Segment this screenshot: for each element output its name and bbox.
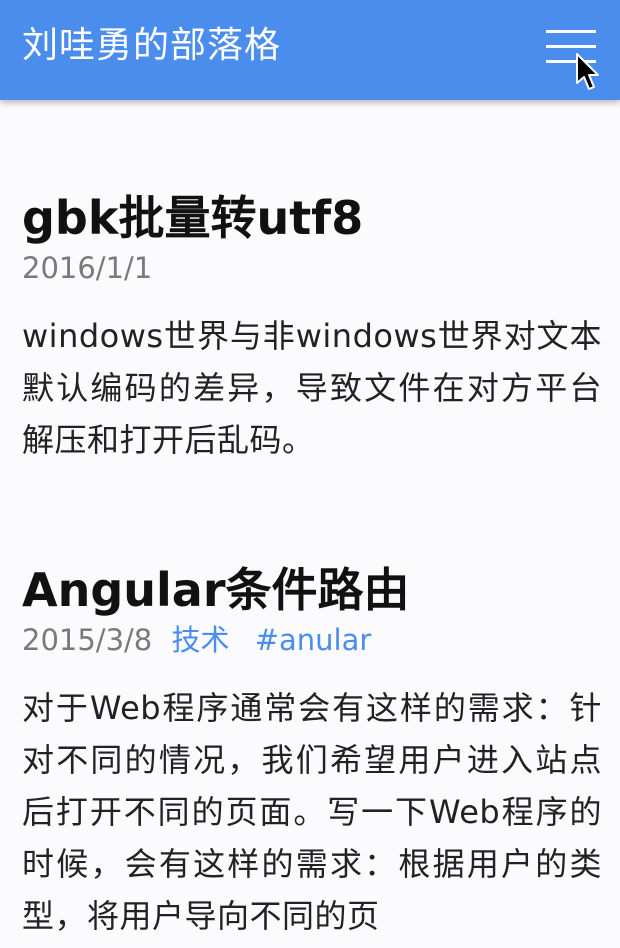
mouse-pointer-icon xyxy=(576,53,599,90)
post-meta: 2015/3/8 技术 #anular xyxy=(22,620,602,660)
tag-link[interactable]: #anular xyxy=(255,623,372,657)
post-title-link[interactable]: Angular条件路由 xyxy=(22,562,602,618)
post-date: 2016/1/1 xyxy=(22,251,153,285)
site-title[interactable]: 刘哇勇的部落格 xyxy=(22,22,281,70)
post-summary: 对于Web程序通常会有这样的需求：针对不同的情况，我们希望用户进入站点后打开不同… xyxy=(22,689,602,935)
category-link[interactable]: 技术 xyxy=(171,623,229,657)
top-app-bar: 刘哇勇的部落格 xyxy=(0,0,620,100)
post-date: 2015/3/8 xyxy=(22,623,153,657)
hamburger-menu-icon xyxy=(546,45,596,48)
post-title-link[interactable]: gbk批量转utf8 xyxy=(22,190,602,246)
post-item: gbk批量转utf8 2016/1/1 windows世界与非windows世界… xyxy=(22,190,602,466)
hamburger-menu-icon xyxy=(546,30,596,33)
post-summary: windows世界与非windows世界对文本默认编码的差异，导致文件在对方平台… xyxy=(22,317,602,459)
post-item: Angular条件路由 2015/3/8 技术 #anular 对于Web程序通… xyxy=(22,562,602,942)
post-meta: 2016/1/1 xyxy=(22,248,602,288)
